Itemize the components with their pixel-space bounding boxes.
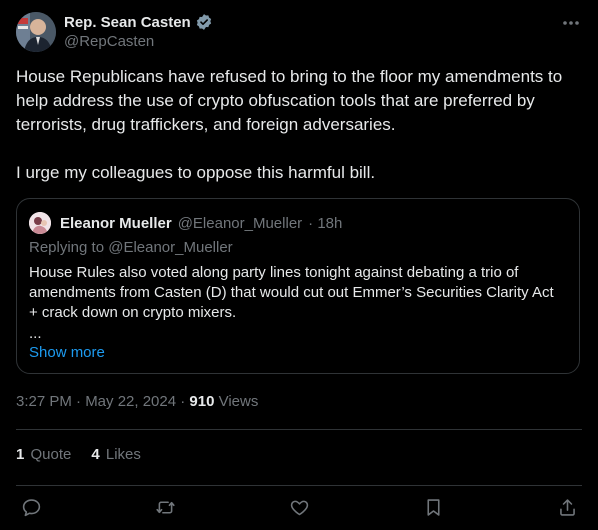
divider (16, 485, 582, 486)
tweet-stats: 1 Quote 4 Likes (16, 446, 141, 463)
quoted-author-avatar[interactable] (29, 212, 51, 234)
show-more-link[interactable]: Show more (29, 344, 105, 361)
quotes-stat[interactable]: 1 Quote (16, 446, 71, 463)
quoted-time: · 18h (308, 214, 343, 232)
tweet-header: Rep. Sean Casten @RepCasten (16, 11, 582, 53)
views-label: Views (214, 393, 259, 410)
quoted-ellipsis: ... (29, 325, 42, 342)
quoted-author-handle: @Eleanor_Mueller (177, 214, 303, 232)
like-icon[interactable] (286, 494, 312, 520)
verified-badge-icon (195, 13, 213, 31)
tweet-meta: 3:27 PM · May 22, 2024 · 910 Views (16, 393, 258, 410)
quoted-tweet[interactable]: Eleanor Mueller @Eleanor_Mueller · 18h R… (16, 198, 580, 374)
author-avatar[interactable] (16, 12, 56, 52)
quoted-body: House Rules also voted along party lines… (29, 264, 558, 321)
action-bar (16, 494, 582, 520)
reply-icon[interactable] (18, 494, 44, 520)
quotes-label: Quote (26, 446, 72, 463)
likes-count: 4 (91, 446, 100, 463)
divider (16, 429, 582, 430)
timestamp[interactable]: 3:27 PM · May 22, 2024 · (16, 393, 189, 410)
author-handle[interactable]: @RepCasten (64, 33, 154, 50)
bookmark-icon[interactable] (420, 494, 446, 520)
likes-stat[interactable]: 4 Likes (91, 446, 141, 463)
likes-label: Likes (101, 446, 141, 463)
quoted-replying-to: Replying to @Eleanor_Mueller (29, 239, 233, 256)
tweet-text: House Republicans have refused to bring … (16, 67, 563, 182)
share-icon[interactable] (554, 494, 580, 520)
more-icon[interactable] (560, 13, 582, 33)
views-count: 910 (189, 393, 215, 410)
author-name[interactable]: Rep. Sean Casten (64, 14, 191, 31)
quoted-author-name: Eleanor Mueller (60, 214, 172, 232)
retweet-icon[interactable] (152, 494, 178, 520)
quotes-count: 1 (16, 446, 25, 463)
